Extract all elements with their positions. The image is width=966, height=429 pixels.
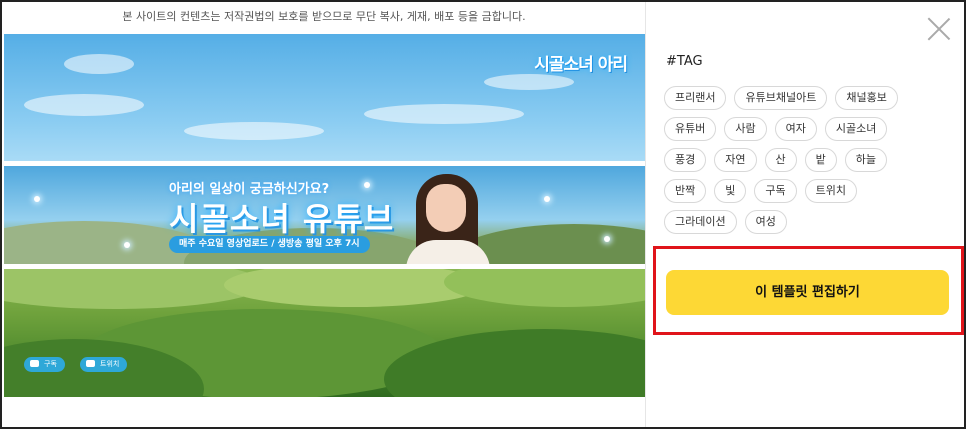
copyright-notice: 본 사이트의 컨텐츠는 저작권법의 보호를 받으므로 무단 복사, 게재, 배포… (122, 10, 526, 23)
tag-chip[interactable]: 여성 (744, 210, 787, 234)
tag-heading: #TAG (666, 54, 703, 69)
tag-chip[interactable]: 자연 (714, 148, 757, 172)
tag-chip[interactable]: 구독 (754, 179, 797, 203)
tag-chip[interactable]: 산 (764, 148, 797, 172)
schedule-pill: 매주 수요일 영상업로드 / 생방송 평일 오후 7시 (169, 236, 370, 253)
template-preview-modal: 본 사이트의 컨텐츠는 저작권법의 보호를 받으므로 무단 복사, 게재, 배포… (0, 0, 966, 429)
tag-chip[interactable]: 프리랜서 (664, 86, 727, 110)
panel-divider (645, 2, 646, 427)
tag-chip[interactable]: 반짝 (664, 179, 707, 203)
banner-sky: 시골소녀 아리 (4, 34, 645, 161)
twitch-label: 트위치 (100, 360, 120, 368)
person-photo (406, 174, 490, 264)
tag-chip[interactable]: 채널홍보 (835, 86, 898, 110)
youtube-icon (30, 360, 39, 367)
banner-fields: 구독 트위치 (4, 269, 645, 397)
tag-chip[interactable]: 그라데이션 (664, 210, 737, 234)
tag-chip[interactable]: 풍경 (664, 148, 707, 172)
subscribe-label: 구독 (44, 360, 57, 368)
edit-template-button[interactable]: 이 템플릿 편집하기 (666, 270, 949, 315)
tag-chip[interactable]: 유튜브채널아트 (734, 86, 828, 110)
subscribe-badge: 구독 (24, 357, 65, 372)
tag-chip[interactable]: 트위치 (804, 179, 857, 203)
tag-chip[interactable]: 밭 (804, 148, 837, 172)
channel-logo-text: 시골소녀 아리 (534, 55, 628, 75)
close-icon[interactable] (926, 16, 952, 42)
tag-chip[interactable]: 하늘 (844, 148, 887, 172)
twitch-badge: 트위치 (80, 357, 128, 372)
tag-chip[interactable]: 사람 (724, 117, 767, 141)
tag-list: 프리랜서 유튜브채널아트 채널홍보 유튜버 사람 여자 시골소녀 풍경 자연 산… (664, 86, 934, 234)
tag-chip[interactable]: 유튜버 (664, 117, 717, 141)
banner-title: 시골소녀 유튜브 (169, 200, 395, 238)
twitch-icon (86, 360, 95, 367)
banner-channel-art: 아리의 일상이 궁금하신가요? 시골소녀 유튜브 매주 수요일 영상업로드 / … (4, 166, 645, 264)
tag-chip[interactable]: 시골소녀 (824, 117, 888, 141)
tag-chip[interactable]: 빛 (714, 179, 747, 203)
tag-chip[interactable]: 여자 (774, 117, 817, 141)
